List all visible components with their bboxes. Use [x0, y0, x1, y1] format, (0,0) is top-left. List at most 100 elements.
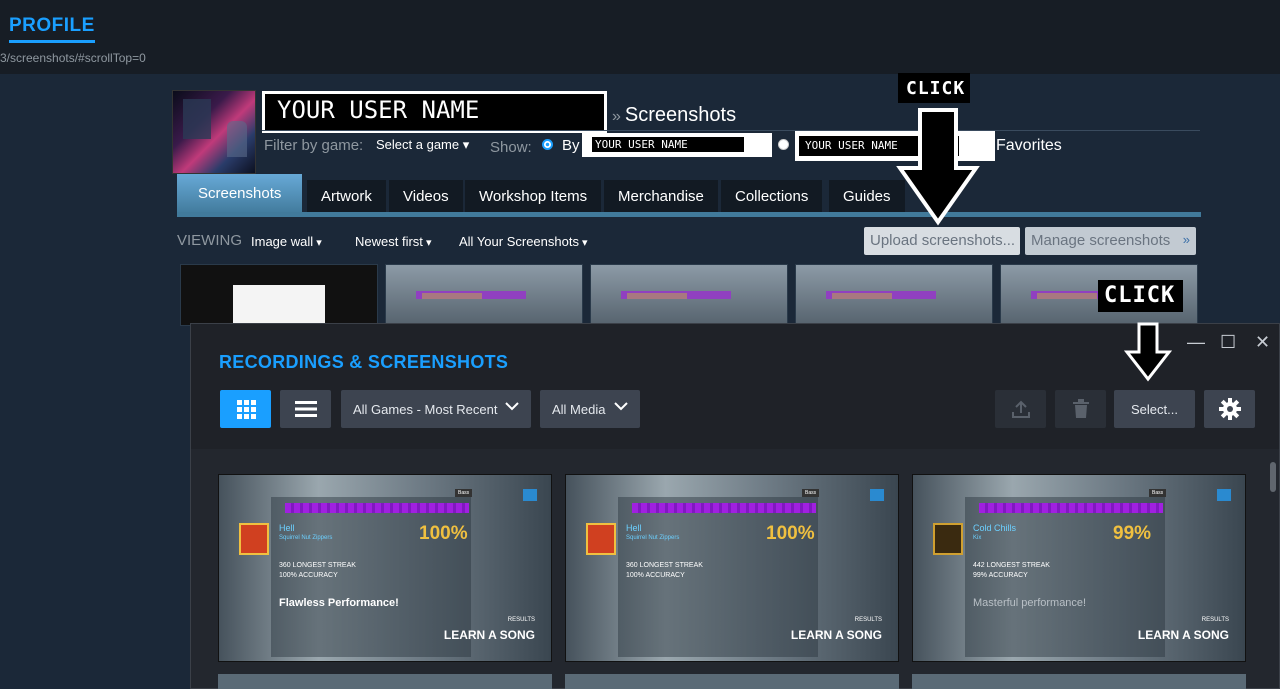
- breadcrumb: » Screenshots: [612, 104, 736, 127]
- scrollbar[interactable]: [1270, 462, 1276, 492]
- minimize-icon[interactable]: —: [1187, 332, 1205, 353]
- window-title: RECORDINGS & SCREENSHOTS: [219, 352, 509, 372]
- games-filter-label: All Games - Most Recent: [353, 402, 498, 417]
- bass-badge: Bass: [455, 489, 473, 497]
- results-label: RESULTS: [1201, 617, 1229, 623]
- scope-dropdown[interactable]: All Your Screenshots: [459, 234, 588, 249]
- down-arrow-icon: [896, 108, 980, 226]
- screenshot-card-partial[interactable]: [218, 674, 552, 689]
- results-label: RESULTS: [507, 617, 535, 623]
- down-arrow-icon: [1124, 322, 1172, 382]
- screenshot-thumbnail[interactable]: [180, 264, 378, 326]
- accuracy-text: 100% ACCURACY: [279, 572, 338, 579]
- select-game-dropdown[interactable]: Select a game ▾: [376, 137, 469, 153]
- radio-favorites[interactable]: [778, 139, 789, 150]
- top-bar: PROFILE 3/screenshots/#scrollTop=0: [0, 0, 1280, 74]
- learn-a-song-label: LEARN A SONG: [1137, 628, 1229, 642]
- recordings-screenshots-window: RECORDINGS & SCREENSHOTS — ☐ ✕ All Games…: [190, 323, 1280, 689]
- list-icon: [280, 390, 331, 428]
- window-header: [191, 324, 1279, 449]
- click-annotation-upload: CLICK: [898, 73, 970, 103]
- bass-badge: Bass: [1149, 489, 1167, 497]
- streak-stats: 360 LONGEST STREAK 100% ACCURACY: [626, 561, 703, 581]
- tab-guides[interactable]: Guides: [829, 180, 905, 214]
- favorites-label: Favorites: [996, 137, 1062, 154]
- streak-stats: 360 LONGEST STREAK 100% ACCURACY: [279, 561, 356, 581]
- tab-artwork[interactable]: Artwork: [307, 180, 386, 214]
- screenshot-thumbnail[interactable]: [795, 264, 993, 326]
- filter-by-game-label: Filter by game:: [264, 137, 364, 154]
- performance-label: Flawless Performance!: [279, 597, 399, 609]
- upload-button[interactable]: [995, 390, 1046, 428]
- maximize-icon[interactable]: ☐: [1220, 332, 1236, 353]
- delete-button[interactable]: [1055, 390, 1106, 428]
- screenshot-thumbnail[interactable]: [385, 264, 583, 326]
- tab-merchandise[interactable]: Merchandise: [604, 180, 718, 214]
- profile-tab[interactable]: PROFILE: [9, 15, 95, 43]
- artist-name: Kix: [973, 535, 982, 541]
- select-button[interactable]: Select...: [1114, 390, 1195, 428]
- upload-screenshots-button[interactable]: Upload screenshots...: [864, 227, 1020, 255]
- screenshot-card-partial[interactable]: [565, 674, 899, 689]
- song-title: Hell: [279, 523, 295, 533]
- url-fragment: 3/screenshots/#scrollTop=0: [0, 51, 146, 65]
- tab-screenshots[interactable]: Screenshots: [177, 174, 303, 214]
- tab-collections[interactable]: Collections: [721, 180, 823, 214]
- score-percent: 99%: [1113, 523, 1152, 544]
- screenshot-card[interactable]: Bass Hell Squirrel Nut Zippers 100% 360 …: [565, 474, 899, 662]
- artist-name: Squirrel Nut Zippers: [279, 535, 333, 541]
- album-cover: [933, 523, 963, 555]
- song-title: Cold Chills: [973, 523, 1017, 533]
- chevron-down-icon: [505, 399, 519, 414]
- sort-dropdown[interactable]: Newest first: [355, 234, 431, 249]
- show-label: Show:: [490, 139, 532, 156]
- thumb-text: [627, 293, 687, 299]
- breadcrumb-separator: »: [612, 108, 621, 125]
- view-mode-dropdown[interactable]: Image wall: [251, 234, 322, 249]
- settings-button[interactable]: [1204, 390, 1255, 428]
- grid-view-button[interactable]: [220, 390, 271, 428]
- tab-videos[interactable]: Videos: [389, 180, 463, 214]
- grid-icon: [220, 390, 271, 428]
- games-filter-dropdown[interactable]: All Games - Most Recent: [341, 390, 531, 428]
- mode-icon: [870, 489, 884, 501]
- artist-name: Squirrel Nut Zippers: [626, 535, 680, 541]
- avatar[interactable]: [172, 90, 256, 174]
- tab-underline: [177, 212, 1201, 217]
- gear-icon: [1204, 390, 1255, 428]
- tab-workshop-items[interactable]: Workshop Items: [465, 180, 602, 214]
- learn-a-song-label: LEARN A SONG: [790, 628, 882, 642]
- radio-by-user[interactable]: [542, 139, 553, 150]
- song-title: Hell: [626, 523, 642, 533]
- mode-icon: [523, 489, 537, 501]
- username-redacted-small: YOUR USER NAME: [582, 133, 772, 157]
- close-icon[interactable]: ✕: [1255, 332, 1270, 353]
- media-filter-dropdown[interactable]: All Media: [540, 390, 640, 428]
- trash-icon: [1055, 390, 1106, 428]
- manage-label: Manage screenshots: [1031, 232, 1171, 249]
- note-bars: [979, 503, 1163, 513]
- screenshot-thumbnail[interactable]: [590, 264, 788, 326]
- chevron-down-icon: [614, 399, 628, 414]
- streak-text: 360 LONGEST STREAK: [279, 562, 356, 569]
- screenshot-card-partial[interactable]: [912, 674, 1246, 689]
- username-redacted[interactable]: YOUR USER NAME: [262, 91, 607, 133]
- note-bars: [285, 503, 469, 513]
- click-annotation-select: CLICK: [1098, 280, 1183, 312]
- media-filter-label: All Media: [552, 402, 606, 417]
- document-image: [233, 285, 325, 325]
- streak-text: 442 LONGEST STREAK: [973, 562, 1050, 569]
- screenshot-card[interactable]: Bass Hell Squirrel Nut Zippers 100% 360 …: [218, 474, 552, 662]
- screenshot-card[interactable]: Bass Cold Chills Kix 99% 442 LONGEST STR…: [912, 474, 1246, 662]
- username-text: YOUR USER NAME: [592, 137, 744, 152]
- streak-stats: 442 LONGEST STREAK 99% ACCURACY: [973, 561, 1050, 581]
- accuracy-text: 100% ACCURACY: [626, 572, 685, 579]
- streak-text: 360 LONGEST STREAK: [626, 562, 703, 569]
- manage-screenshots-button[interactable]: Manage screenshots »: [1025, 227, 1196, 255]
- upload-icon: [995, 390, 1046, 428]
- header-divider: [262, 130, 1200, 131]
- list-view-button[interactable]: [280, 390, 331, 428]
- by-label: By: [562, 137, 580, 154]
- accuracy-text: 99% ACCURACY: [973, 572, 1028, 579]
- bass-badge: Bass: [802, 489, 820, 497]
